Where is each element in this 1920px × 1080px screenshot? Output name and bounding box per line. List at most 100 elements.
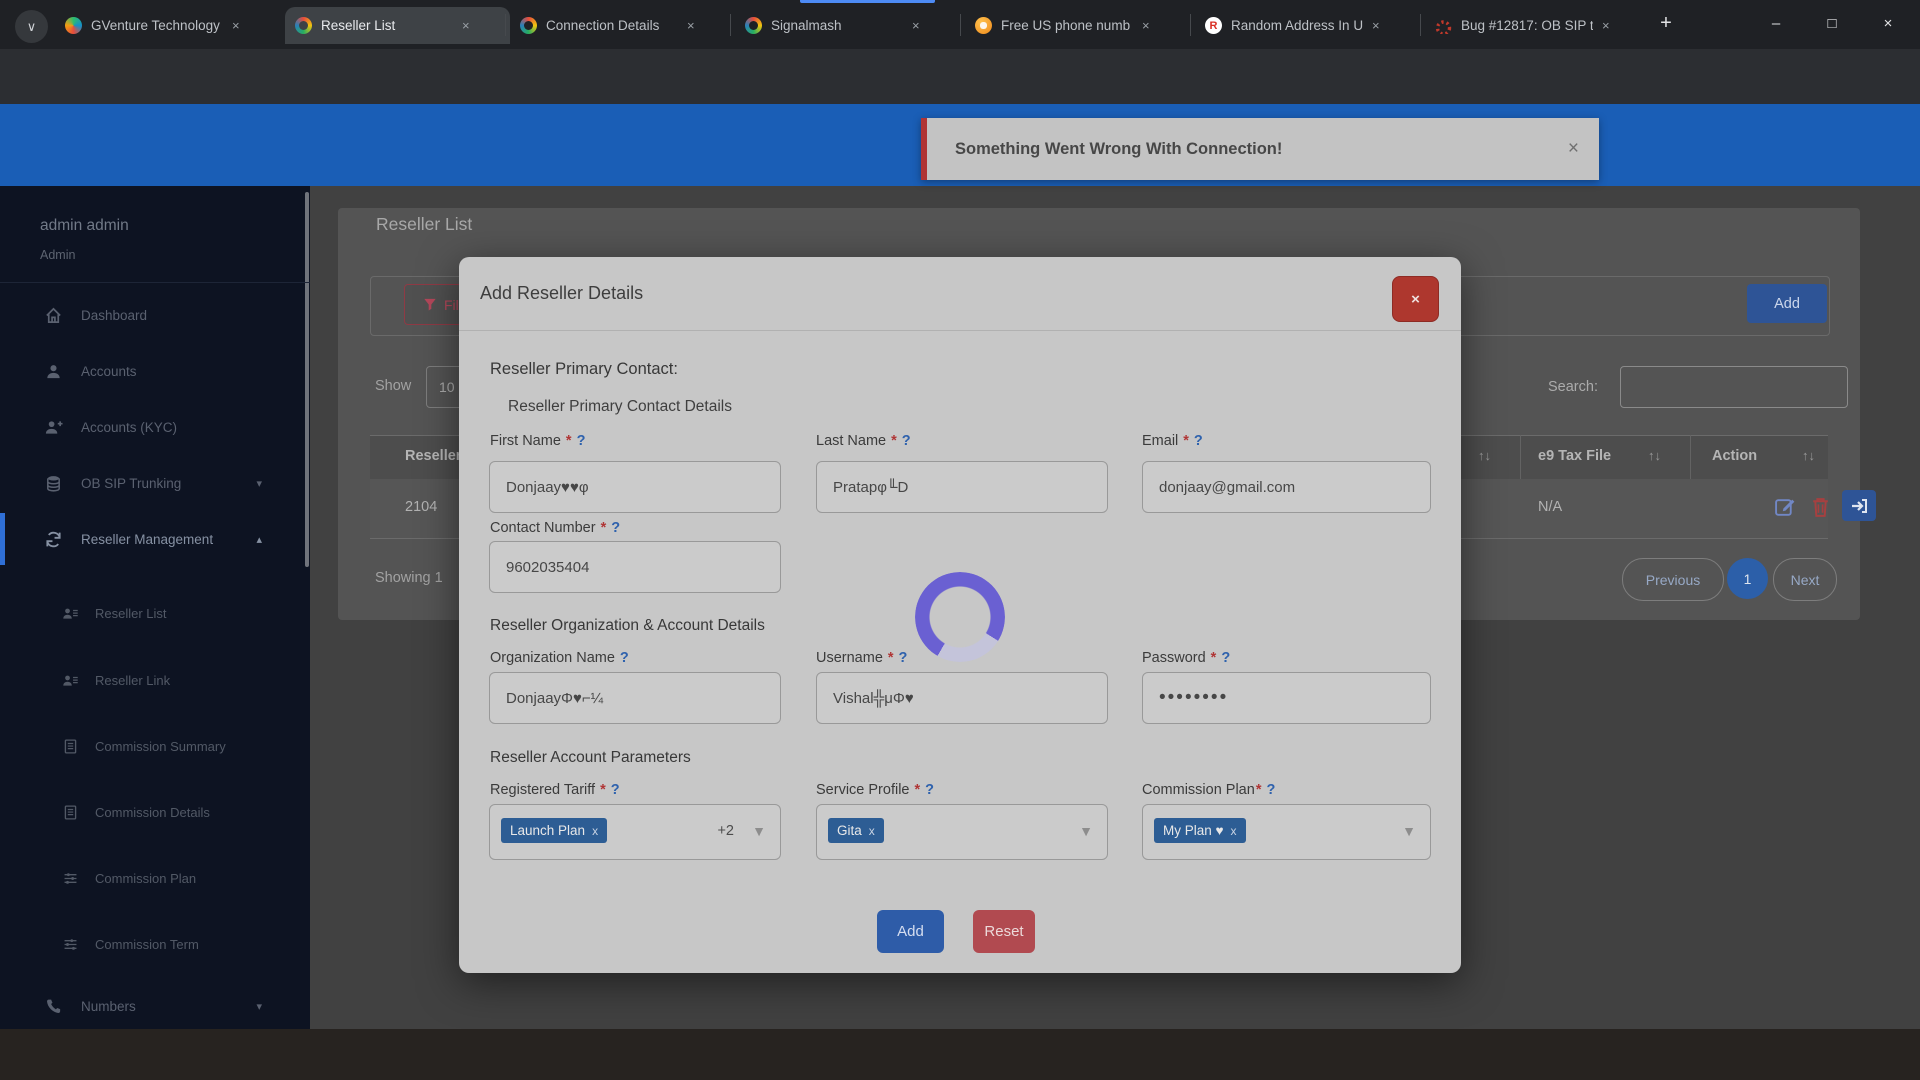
contact-number-input[interactable]: 9602035404 xyxy=(489,541,781,593)
modal-add-button[interactable]: Add xyxy=(877,910,944,953)
organization-name-input[interactable]: DonjaayΦ♥⌐¼ xyxy=(489,672,781,724)
tab-title: Bug #12817: OB SIP t xyxy=(1461,18,1593,33)
sync-icon xyxy=(44,530,63,549)
delete-icon[interactable] xyxy=(1810,496,1831,519)
tab-close-icon[interactable]: × xyxy=(687,18,695,33)
login-as-reseller-icon[interactable] xyxy=(1842,490,1876,521)
list-settings-icon xyxy=(62,870,79,887)
tab-close-icon[interactable]: × xyxy=(232,18,240,33)
sidebar-item-accounts-kyc[interactable]: Accounts (KYC) xyxy=(0,399,310,455)
sidebar-subitem-label: Commission Summary xyxy=(95,739,226,754)
sort-icon[interactable]: ↑↓ xyxy=(1478,448,1491,463)
add-reseller-button[interactable]: Add xyxy=(1747,284,1827,323)
service-chip[interactable]: Gitax xyxy=(828,818,884,843)
pagination-page-1[interactable]: 1 xyxy=(1727,558,1768,599)
sidebar-subitem-commission-plan[interactable]: Commission Plan xyxy=(0,850,310,906)
help-icon[interactable]: ? xyxy=(925,782,934,798)
first-name-input[interactable]: Donjaay♥♥φ xyxy=(489,461,781,513)
service-profile-label: Service Profile*? xyxy=(816,782,934,798)
tab-close-icon[interactable]: × xyxy=(912,18,920,33)
table-search-input[interactable] xyxy=(1620,366,1848,408)
service-profile-select[interactable]: Gitax ▼ xyxy=(816,804,1108,860)
minimize-button[interactable]: – xyxy=(1754,4,1798,42)
dropdown-caret-icon[interactable]: ▼ xyxy=(1402,823,1416,839)
sliders-icon xyxy=(62,936,79,953)
tab-free-us-phone[interactable]: Free US phone numb × xyxy=(965,7,1190,44)
email-input[interactable]: donjaay@gmail.com xyxy=(1142,461,1431,513)
sidebar-item-numbers[interactable]: Numbers ▾ xyxy=(0,978,310,1034)
tab-search-button[interactable]: ∨ xyxy=(15,10,48,43)
tab-signalmash[interactable]: Signalmash × xyxy=(735,7,960,44)
chevron-up-icon: ▴ xyxy=(256,533,262,546)
email-label: Email*? xyxy=(1142,433,1203,449)
password-label: Password*? xyxy=(1142,650,1230,666)
commission-plan-select[interactable]: My Plan ♥x ▼ xyxy=(1142,804,1431,860)
help-icon[interactable]: ? xyxy=(899,650,908,666)
sidebar-item-dashboard[interactable]: Dashboard xyxy=(0,287,310,343)
tab-close-icon[interactable]: × xyxy=(1372,18,1380,33)
chip-remove-icon[interactable]: x xyxy=(1231,824,1237,838)
sidebar-subitem-reseller-list[interactable]: Reseller List xyxy=(0,585,310,641)
sidebar-subitem-commission-summary[interactable]: Commission Summary xyxy=(0,718,310,774)
help-icon[interactable]: ? xyxy=(1194,433,1203,449)
tab-reseller-list[interactable]: Reseller List × xyxy=(285,7,510,44)
browser-toolbar: ← → ↻ signalmashdbtest.gventure.info/#/r… xyxy=(0,49,1920,104)
toast-close-icon[interactable]: × xyxy=(1568,138,1579,160)
window-close-button[interactable]: × xyxy=(1866,4,1910,42)
registered-tariff-label: Registered Tariff*? xyxy=(490,782,620,798)
pagination-next-button[interactable]: Next xyxy=(1773,558,1837,601)
sort-icon[interactable]: ↑↓ xyxy=(1648,448,1661,463)
tariff-chip[interactable]: Launch Planx xyxy=(501,818,607,843)
tab-bug-12817[interactable]: Bug #12817: OB SIP t × xyxy=(1425,7,1650,44)
tab-random-address[interactable]: R Random Address In U × xyxy=(1195,7,1420,44)
document-lines-icon xyxy=(62,738,79,755)
chip-remove-icon[interactable]: x xyxy=(869,824,875,838)
help-icon[interactable]: ? xyxy=(577,433,586,449)
tab-connection-details[interactable]: Connection Details × xyxy=(510,7,735,44)
sidebar-subitem-reseller-link[interactable]: Reseller Link xyxy=(0,652,310,708)
sidebar-item-accounts[interactable]: Accounts xyxy=(0,343,310,399)
help-icon[interactable]: ? xyxy=(611,782,620,798)
sidebar-user-name: admin admin xyxy=(40,217,129,235)
toast-message: Something Went Wrong With Connection! xyxy=(955,140,1568,159)
sidebar-subitem-label: Commission Plan xyxy=(95,871,196,886)
help-icon[interactable]: ? xyxy=(902,433,911,449)
modal-reset-button[interactable]: Reset xyxy=(973,910,1035,953)
gventure-favicon xyxy=(65,17,82,34)
dropdown-caret-icon[interactable]: ▼ xyxy=(752,823,766,839)
sidebar-item-label: Accounts (KYC) xyxy=(81,420,177,435)
sidebar-subitem-commission-term[interactable]: Commission Term xyxy=(0,916,310,972)
required-icon: * xyxy=(888,650,894,666)
help-icon[interactable]: ? xyxy=(1266,782,1275,798)
help-icon[interactable]: ? xyxy=(611,520,620,536)
tab-close-icon[interactable]: × xyxy=(1142,18,1150,33)
maximize-button[interactable]: □ xyxy=(1810,4,1854,42)
help-icon[interactable]: ? xyxy=(620,650,629,666)
username-input[interactable]: Vishal╬μΦ♥ xyxy=(816,672,1108,724)
help-icon[interactable]: ? xyxy=(1221,650,1230,666)
column-header-e9-tax-file[interactable]: e9 Tax File xyxy=(1538,448,1611,464)
chevron-down-icon: ∨ xyxy=(27,19,37,35)
sort-icon[interactable]: ↑↓ xyxy=(1802,448,1815,463)
dropdown-caret-icon[interactable]: ▼ xyxy=(1079,823,1093,839)
sidebar-subitem-commission-details[interactable]: Commission Details xyxy=(0,784,310,840)
last-name-input[interactable]: Pratapφ╙D xyxy=(816,461,1108,513)
sidebar-item-ob-sip-trunking[interactable]: OB SIP Trunking ▾ xyxy=(0,455,310,511)
tab-close-icon[interactable]: × xyxy=(462,18,470,33)
edit-icon[interactable] xyxy=(1774,496,1797,519)
registered-tariff-select[interactable]: Launch Planx +2 ▼ xyxy=(489,804,781,860)
page-title: Reseller List xyxy=(376,214,472,235)
pagination-previous-button[interactable]: Previous xyxy=(1622,558,1724,601)
chip-remove-icon[interactable]: x xyxy=(592,824,598,838)
tab-close-icon[interactable]: × xyxy=(1602,18,1610,33)
tab-gventure[interactable]: GVenture Technology × xyxy=(55,7,285,44)
redmine-favicon xyxy=(1435,17,1452,34)
commission-chip[interactable]: My Plan ♥x xyxy=(1154,818,1246,843)
modal-close-button[interactable]: × xyxy=(1392,276,1439,322)
contact-number-label: Contact Number*? xyxy=(490,520,620,536)
column-header-action[interactable]: Action xyxy=(1712,448,1757,464)
sidebar-item-reseller-management[interactable]: Reseller Management ▴ xyxy=(0,511,310,567)
password-input[interactable]: •••••••• xyxy=(1142,672,1431,724)
section-primary-contact-details: Reseller Primary Contact Details xyxy=(508,398,732,416)
new-tab-button[interactable]: + xyxy=(1648,4,1684,42)
